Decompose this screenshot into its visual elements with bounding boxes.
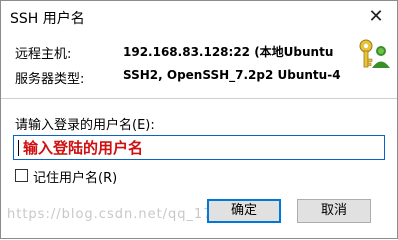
username-prompt-label: 请输入登录的用户名(E): [15, 118, 155, 133]
watermark-text: https://blog.csdn.net/qq_17599 [7, 207, 241, 222]
ssh-username-dialog: SSH 用户名 ✕ 远程主机: 192.168.83.128:22 (本地Ubu… [0, 0, 398, 239]
username-input[interactable] [13, 135, 385, 160]
window-title: SSH 用户名 [10, 11, 85, 27]
keys-user-icon [359, 39, 390, 68]
close-button[interactable]: ✕ [363, 5, 389, 29]
remote-host-value: 192.168.83.128:22 (本地Ubuntu [123, 45, 334, 59]
title-bar: SSH 用户名 ✕ [1, 1, 397, 35]
ok-button[interactable]: 确定 [207, 199, 281, 223]
server-type-label: 服务器类型: [15, 72, 85, 87]
server-type-value: SSH2, OpenSSH_7.2p2 Ubuntu-4 [123, 68, 341, 82]
text-caret [18, 140, 19, 156]
remember-username-label[interactable]: 记住用户名(R) [33, 167, 117, 186]
section-divider [1, 98, 397, 99]
remember-username-checkbox[interactable] [15, 169, 28, 182]
remote-host-label: 远程主机: [15, 47, 72, 62]
cancel-button[interactable]: 取消 [297, 199, 371, 223]
